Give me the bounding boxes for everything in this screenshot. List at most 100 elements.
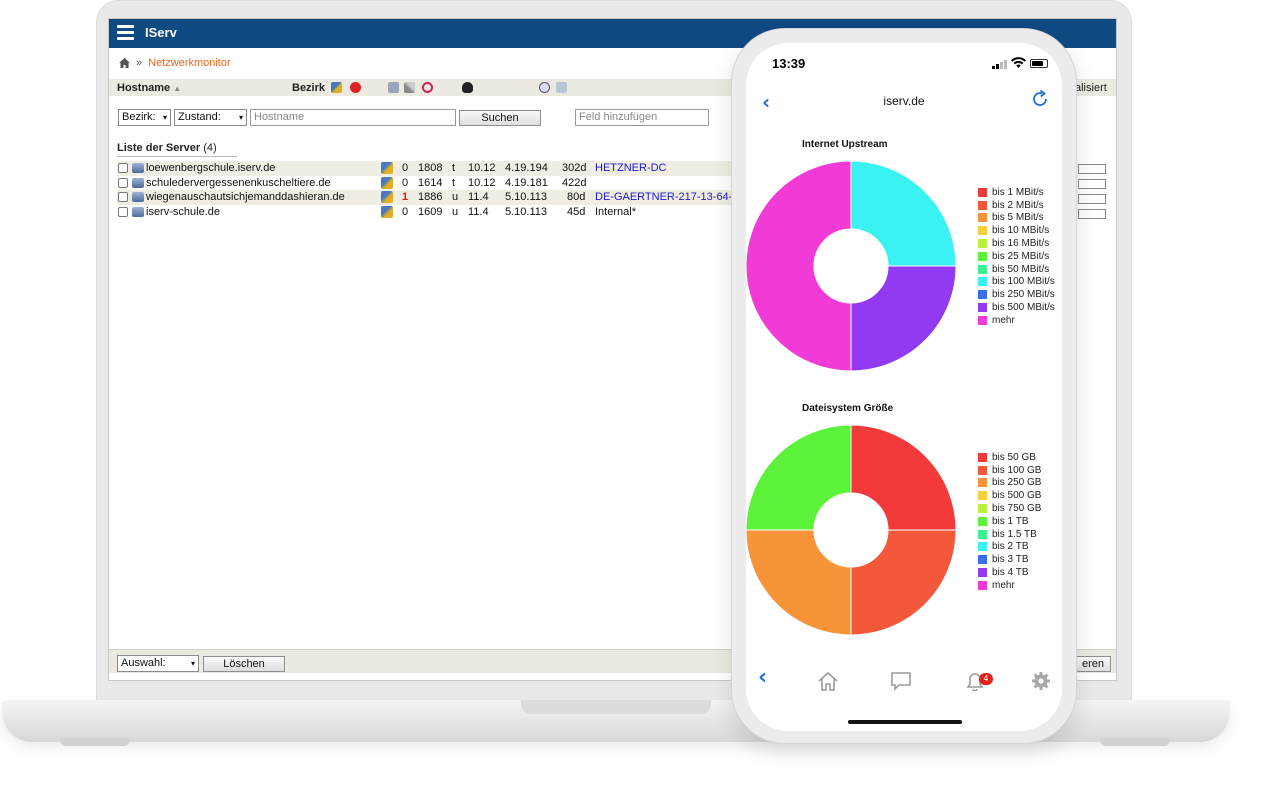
package-icon[interactable]: [388, 82, 399, 93]
refresh-icon[interactable]: [1030, 89, 1050, 109]
legend-swatch: [978, 226, 987, 236]
laptop-notch: [521, 700, 711, 714]
column-hostname[interactable]: Hostname ▲: [117, 82, 181, 94]
legend-item: mehr: [978, 314, 1055, 327]
storage-icon[interactable]: [556, 82, 567, 93]
legend-item: bis 25 MBit/s: [978, 250, 1055, 263]
server-version: 10.12: [468, 162, 496, 174]
network-icon[interactable]: [381, 206, 393, 218]
table-row[interactable]: loewenbergschule.iserv.de 0 1808 t 10.12…: [117, 161, 737, 176]
server-hostname[interactable]: wiegenauschautsichjemanddashieran.de: [146, 191, 345, 203]
legend-label: bis 2 MBit/s: [992, 199, 1044, 211]
server-hostname[interactable]: loewenbergschule.iserv.de: [146, 162, 275, 174]
server-uptime: 80d: [567, 191, 586, 203]
legend-swatch: [978, 580, 987, 590]
row-checkbox[interactable]: [118, 178, 128, 188]
row-checkbox[interactable]: [118, 207, 128, 217]
hostname-input[interactable]: Hostname: [250, 109, 456, 126]
legend-label: bis 16 MBit/s: [992, 238, 1050, 250]
load-graph: [1078, 179, 1106, 189]
server-status: 0: [402, 162, 409, 174]
column-bezirk[interactable]: Bezirk: [292, 82, 325, 94]
server-version: 10.12: [468, 177, 496, 189]
row-checkbox[interactable]: [118, 192, 128, 202]
clock-icon[interactable]: [539, 82, 550, 93]
legend-label: bis 100 MBit/s: [992, 276, 1055, 288]
chat-icon[interactable]: [890, 671, 912, 691]
debian-icon[interactable]: [422, 82, 433, 93]
server-kernel: 5.10.113: [505, 206, 548, 218]
cut-button[interactable]: eren: [1075, 656, 1111, 672]
pie-slice[interactable]: [850, 424, 957, 531]
legend-label: mehr: [992, 579, 1015, 591]
pie-slice[interactable]: [850, 160, 957, 267]
legend-swatch: [978, 277, 987, 287]
breadcrumb-current[interactable]: Netzwerkmonitor: [148, 57, 231, 69]
zustand-select[interactable]: Zustand: ▾: [174, 109, 247, 126]
legend-swatch: [978, 465, 987, 475]
server-value: 1886: [418, 191, 443, 203]
network-icon[interactable]: [381, 177, 393, 189]
legend-label: bis 3 TB: [992, 554, 1029, 566]
server-location[interactable]: HETZNER-DC: [595, 162, 667, 174]
stop-icon[interactable]: [350, 82, 361, 93]
table-row[interactable]: iserv-schule.de 0 1609 u 11.4 5.10.113 4…: [117, 205, 737, 220]
legend-label: bis 50 GB: [992, 451, 1036, 463]
legend-item: bis 2 MBit/s: [978, 199, 1055, 212]
home-icon[interactable]: [817, 671, 839, 691]
legend-item: bis 4 TB: [978, 566, 1041, 579]
wrench-icon[interactable]: [404, 82, 415, 93]
server-value: 1614: [418, 177, 443, 189]
legend-label: bis 5 MBit/s: [992, 212, 1044, 224]
pie-slice[interactable]: [746, 160, 852, 372]
menu-icon[interactable]: [117, 25, 134, 40]
legend-label: bis 1 TB: [992, 515, 1029, 527]
linux-icon[interactable]: [462, 82, 473, 93]
network-icon[interactable]: [381, 162, 393, 174]
legend-item: bis 100 GB: [978, 464, 1041, 477]
legend-item: bis 10 MBit/s: [978, 224, 1055, 237]
gear-icon[interactable]: [1031, 671, 1051, 691]
server-value: 1808: [418, 162, 443, 174]
search-button[interactable]: Suchen: [459, 110, 541, 126]
row-checkbox[interactable]: [118, 163, 128, 173]
wifi-icon: [1011, 57, 1026, 68]
network-icon[interactable]: [381, 191, 393, 203]
nav-title: iserv.de: [883, 94, 925, 108]
server-uptime: 422d: [562, 177, 587, 189]
phone-screen: 13:39 ‹ iserv.de Internet Upstream bis 1…: [746, 43, 1062, 731]
server-code: u: [452, 191, 459, 203]
pie-slice[interactable]: [850, 265, 957, 372]
server-kernel: 5.10.113: [505, 191, 548, 203]
legend-swatch: [978, 213, 987, 223]
laptop-foot: [60, 738, 130, 746]
chart-title-upstream: Internet Upstream: [802, 139, 888, 150]
server-icon: [132, 207, 144, 217]
delete-button[interactable]: Löschen: [203, 656, 285, 672]
server-location[interactable]: DE-GAERTNER-217-13-64-: [595, 191, 732, 203]
pie-slice[interactable]: [746, 424, 852, 531]
legend-item: mehr: [978, 579, 1041, 592]
tab-back-icon[interactable]: ‹: [758, 665, 767, 690]
legend-swatch: [978, 239, 987, 249]
add-field-input[interactable]: Feld hinzufügen: [575, 109, 709, 126]
selection-select[interactable]: Auswahl: ▾: [117, 655, 199, 672]
legend-upstream: bis 1 MBit/s bis 2 MBit/s bis 5 MBit/s bis …: [978, 186, 1055, 327]
legend-swatch: [978, 542, 987, 552]
home-icon[interactable]: [119, 58, 130, 68]
table-row[interactable]: schuledervergessenenkuscheltiere.de 0 16…: [117, 176, 737, 191]
home-indicator: [848, 720, 962, 724]
bezirk-select[interactable]: Bezirk: ▾: [118, 109, 171, 126]
network-icon[interactable]: [331, 82, 342, 93]
table-row[interactable]: wiegenauschautsichjemanddashieran.de 1 1…: [117, 190, 737, 205]
server-hostname[interactable]: iserv-schule.de: [146, 206, 220, 218]
pie-slice[interactable]: [746, 529, 852, 636]
legend-label: bis 50 MBit/s: [992, 263, 1050, 275]
legend-item: bis 2 TB: [978, 541, 1041, 554]
legend-item: bis 16 MBit/s: [978, 237, 1055, 250]
legend-swatch: [978, 478, 987, 488]
chart-title-filesystem: Dateisystem Größe: [802, 403, 894, 414]
pie-slice[interactable]: [850, 529, 957, 636]
server-hostname[interactable]: schuledervergessenenkuscheltiere.de: [146, 177, 331, 189]
legend-swatch: [978, 251, 987, 261]
